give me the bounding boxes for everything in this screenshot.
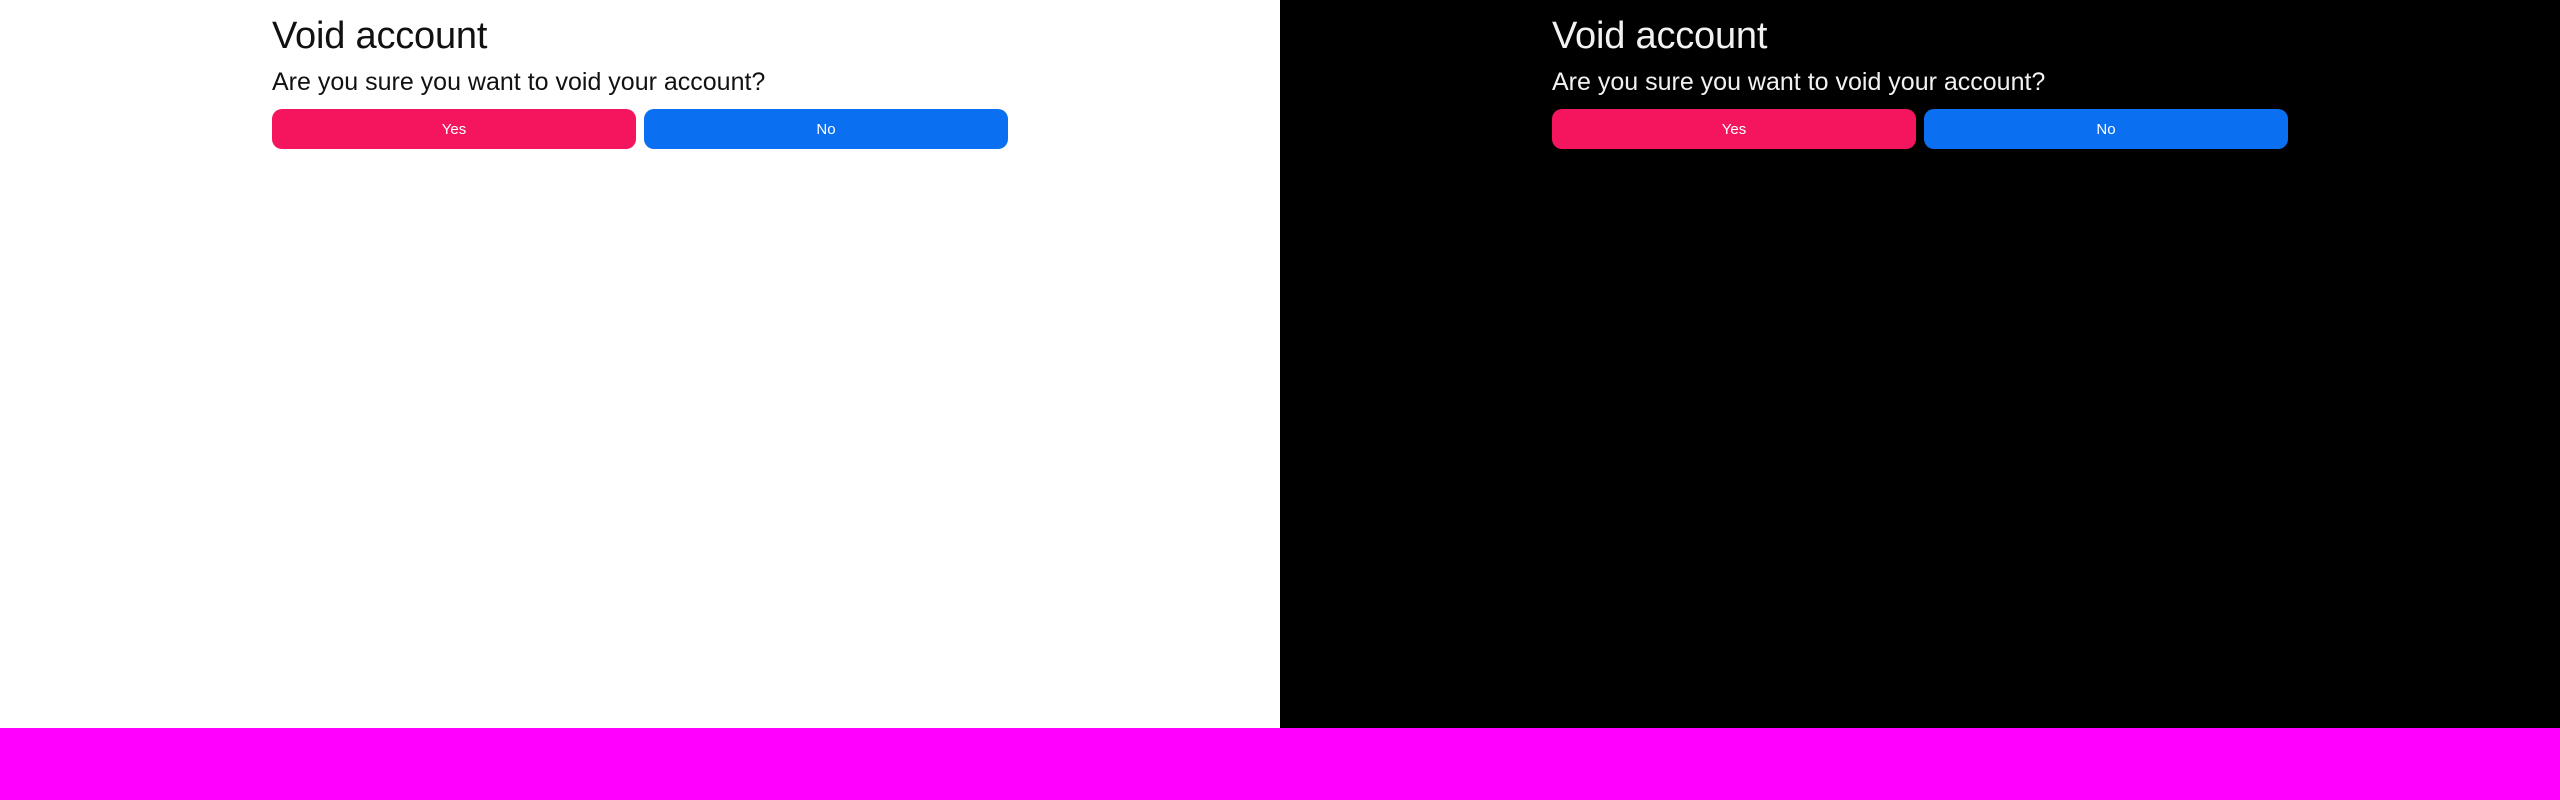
dialog-actions: Yes No [272, 109, 1008, 149]
dialog-title: Void account [272, 15, 488, 57]
bottom-strip [0, 728, 2560, 800]
yes-button[interactable]: Yes [1552, 109, 1916, 149]
dark-theme-panel: Void account Are you sure you want to vo… [1280, 0, 2560, 728]
dialog-question: Are you sure you want to void your accou… [272, 68, 766, 96]
screen-root: Void account Are you sure you want to vo… [0, 0, 2560, 800]
light-theme-panel: Void account Are you sure you want to vo… [0, 0, 1280, 728]
no-button[interactable]: No [1924, 109, 2288, 149]
dialog-actions: Yes No [1552, 109, 2288, 149]
dialog-title: Void account [1552, 15, 1768, 57]
no-button[interactable]: No [644, 109, 1008, 149]
void-account-dialog-light: Void account Are you sure you want to vo… [272, 14, 1008, 149]
yes-button[interactable]: Yes [272, 109, 636, 149]
void-account-dialog-dark: Void account Are you sure you want to vo… [1552, 14, 2288, 149]
dialog-question: Are you sure you want to void your accou… [1552, 68, 2046, 96]
